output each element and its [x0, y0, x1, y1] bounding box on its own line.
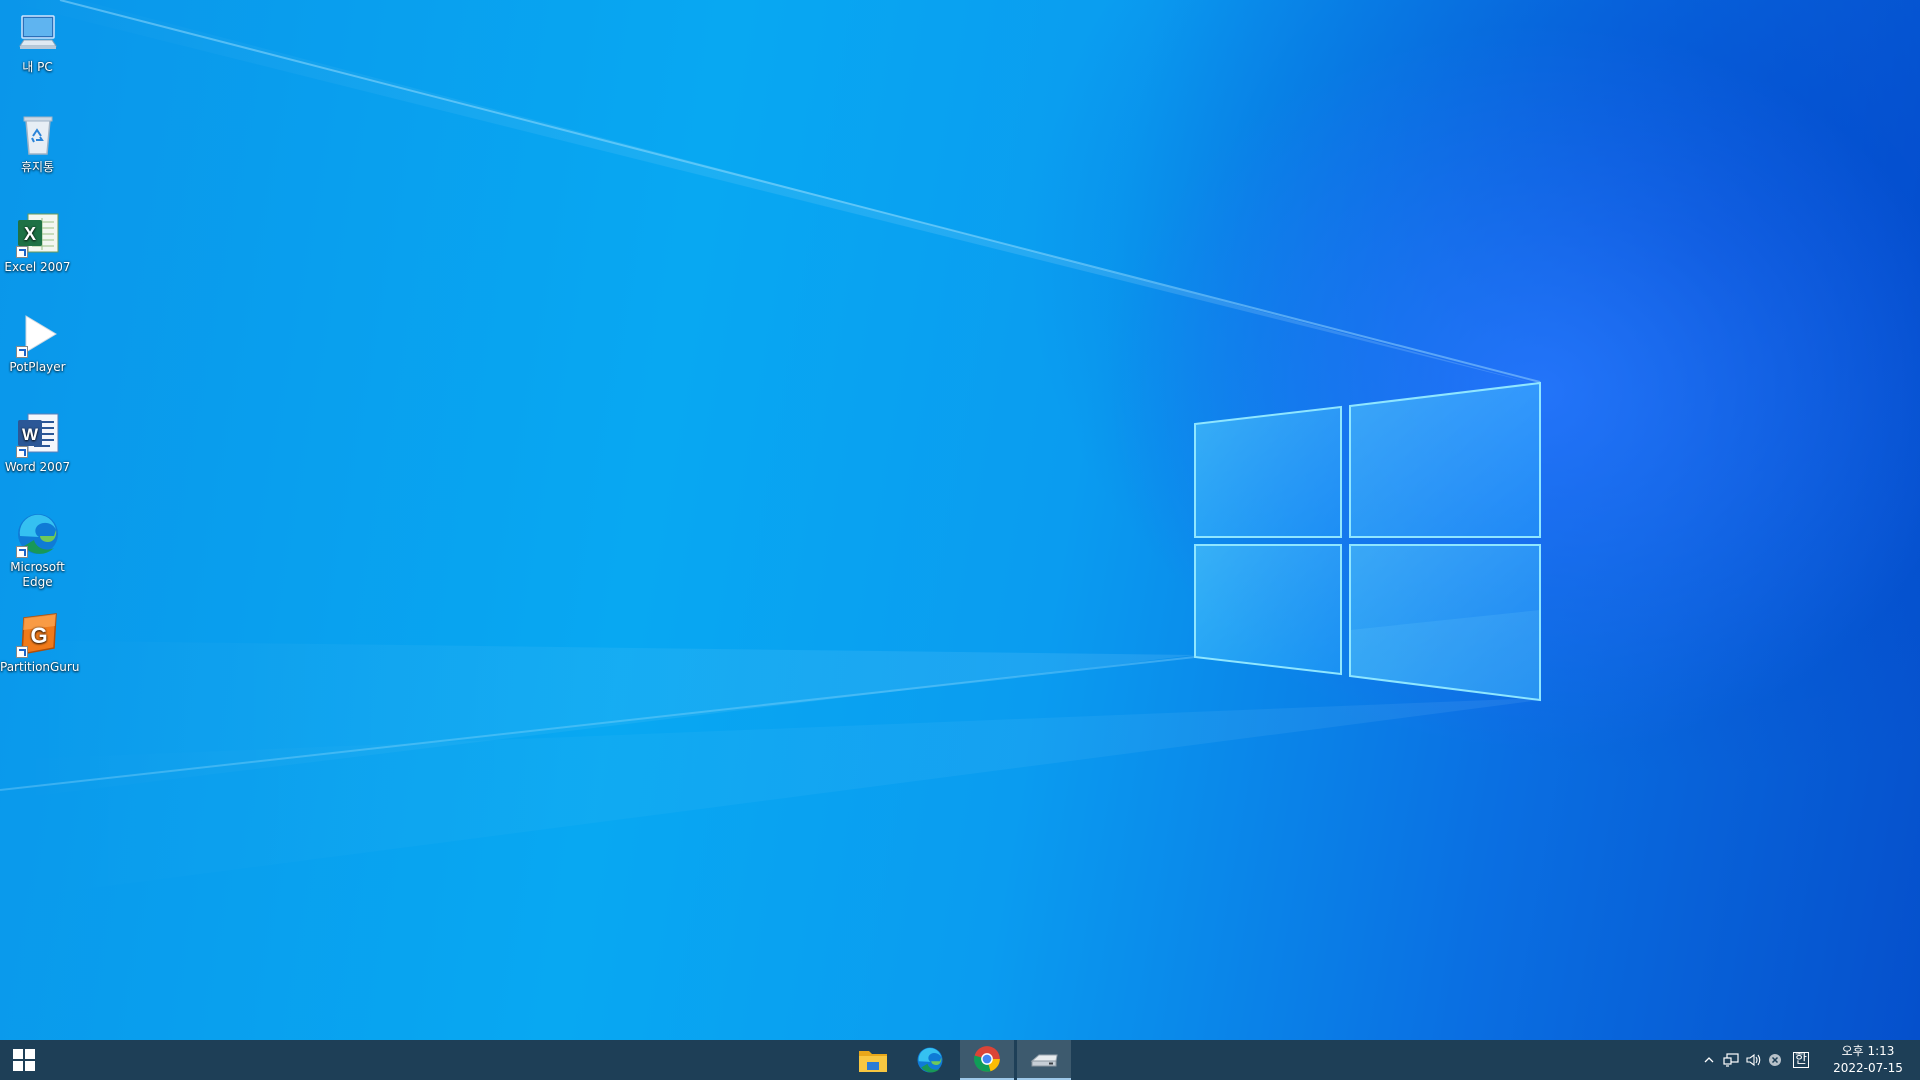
excel-icon: X: [14, 210, 62, 258]
desktop-icon-potplayer[interactable]: PotPlayer: [0, 310, 75, 375]
shortcut-arrow-icon: [15, 646, 28, 658]
taskbar-app-chrome[interactable]: [960, 1040, 1014, 1080]
chevron-up-icon[interactable]: [1698, 1040, 1720, 1080]
desktop-icon-label: Word 2007: [4, 460, 71, 474]
clock-date: 2022-07-15: [1833, 1061, 1903, 1075]
windows-start-icon: [13, 1049, 35, 1071]
shortcut-arrow-icon: [15, 546, 28, 558]
desktop-icon-label: Excel 2007: [4, 260, 71, 274]
desktop-icon-label: 내 PC: [22, 60, 53, 74]
taskbar-app-file-explorer[interactable]: [846, 1040, 900, 1080]
desktop-icon-label: Microsoft Edge: [10, 560, 65, 589]
svg-text:W: W: [21, 425, 38, 444]
desktop-icon-recycle-bin[interactable]: 휴지통: [0, 110, 75, 175]
system-tray: 한: [1698, 1040, 1816, 1080]
desktop-wallpaper: [0, 0, 1920, 1040]
taskbar-app-edge[interactable]: [903, 1040, 957, 1080]
volume-icon[interactable]: [1742, 1040, 1764, 1080]
partitionguru-icon: G: [14, 610, 62, 658]
edge-icon: [14, 510, 62, 558]
desktop-icon-microsoft-edge[interactable]: Microsoft Edge: [0, 510, 75, 590]
network-icon[interactable]: [1720, 1040, 1742, 1080]
shortcut-arrow-icon: [15, 446, 28, 458]
start-button[interactable]: [0, 1040, 48, 1080]
clock-time: 오후 1:13: [1841, 1044, 1895, 1058]
recycle-bin-icon: [14, 110, 62, 158]
chrome-icon: [974, 1046, 1000, 1072]
word-icon: W: [14, 410, 62, 458]
error-icon[interactable]: [1764, 1040, 1786, 1080]
folder-icon: [859, 1051, 887, 1072]
desktop-icon-label: PotPlayer: [9, 360, 66, 374]
desktop-icon-my-pc[interactable]: 내 PC: [0, 10, 75, 75]
svg-text:G: G: [30, 623, 47, 648]
taskbar: 한 오후 1:13 2022-07-15: [0, 1040, 1920, 1080]
desktop-icon-word-2007[interactable]: W Word 2007: [0, 410, 75, 475]
desktop-icon-partitionguru[interactable]: G PartitionGuru: [0, 610, 80, 675]
svg-text:X: X: [23, 224, 35, 244]
shortcut-arrow-icon: [15, 346, 28, 358]
desktop-icon-label: 휴지통: [20, 160, 55, 174]
windows-logo-wallpaper: [0, 0, 1541, 900]
desktop-icon-excel-2007[interactable]: X Excel 2007: [0, 210, 75, 275]
shortcut-arrow-icon: [15, 246, 28, 258]
desktop-icon-label: PartitionGuru: [0, 660, 80, 674]
ime-label: 한: [1793, 1052, 1809, 1068]
potplayer-icon: [14, 310, 62, 358]
edge-icon: [917, 1047, 943, 1073]
taskbar-clock[interactable]: 오후 1:13 2022-07-15: [1828, 1040, 1908, 1080]
computer-icon: [14, 10, 62, 58]
taskbar-app-drive[interactable]: [1017, 1040, 1071, 1080]
drive-icon: [1030, 1054, 1058, 1067]
ime-icon[interactable]: 한: [1786, 1040, 1816, 1080]
